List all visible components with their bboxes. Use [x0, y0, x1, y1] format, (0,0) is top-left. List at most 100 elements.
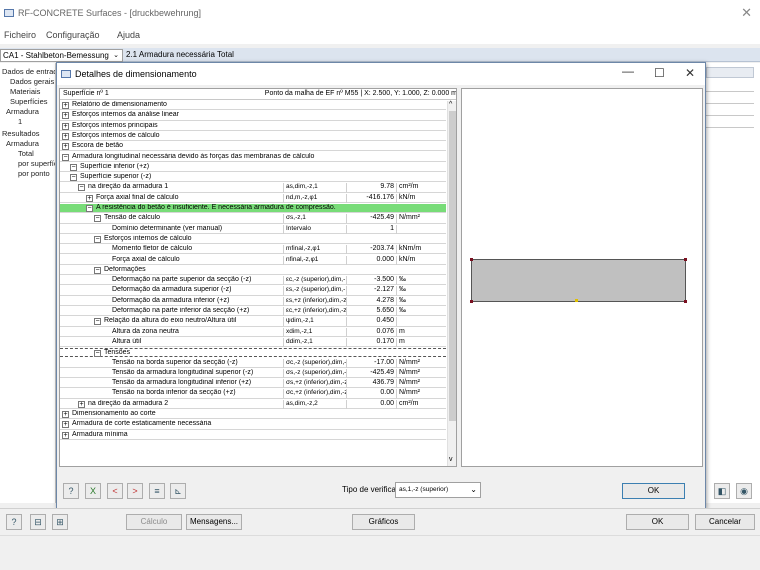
table-row[interactable]: + Relatório de dimensionamento — [60, 101, 446, 111]
nav-item-armadura-results[interactable]: Armadura — [6, 139, 39, 148]
collapse-icon[interactable]: − — [70, 174, 77, 182]
table-row[interactable]: Tensão da armadura longitudinal inferior… — [60, 379, 446, 389]
dialog-ok-button[interactable]: OK — [622, 483, 685, 499]
dialog-close-button[interactable]: ✕ — [685, 66, 695, 80]
next-icon[interactable]: > — [127, 483, 143, 499]
scroll-up-icon[interactable]: ^ — [449, 101, 452, 108]
table-row[interactable]: − Superfície inferior (+z) — [60, 163, 446, 173]
table-row[interactable]: − Deformações — [60, 266, 446, 276]
expand-icon[interactable]: + — [62, 102, 69, 109]
graphics-button[interactable]: Gráficos — [352, 514, 415, 530]
table-row[interactable]: Altura útil ddim,-z,1 0.170 m — [60, 337, 446, 348]
nav-item-total[interactable]: Total — [18, 149, 34, 158]
nav-item-superficies[interactable]: Superfícies — [10, 97, 48, 106]
check-type-select[interactable]: as,1,-z (superior) ⌄ — [395, 482, 481, 498]
row-unit: ‰ — [396, 276, 446, 286]
expand-icon[interactable]: + — [62, 122, 69, 130]
nav-item-armadura-input[interactable]: Armadura — [6, 107, 39, 116]
table-row[interactable]: + Dimensionamento ao corte — [60, 410, 446, 420]
ok-button[interactable]: OK — [626, 514, 689, 530]
nav-item-armadura-1[interactable]: 1 — [18, 117, 22, 126]
messages-button[interactable]: Mensagens... — [186, 514, 242, 530]
table-row[interactable]: + Escora de betão — [60, 142, 446, 152]
export-icon[interactable]: ⊞ — [52, 514, 68, 530]
collapse-icon[interactable]: − — [86, 205, 93, 212]
table-row[interactable]: − Tensão de cálculo σs,-z,1 -425.49 N/mm² — [60, 214, 446, 224]
nav-item-por-superficie[interactable]: por superfície — [18, 159, 55, 168]
expand-icon[interactable]: + — [62, 411, 69, 418]
table-row[interactable]: Tensão da armadura longitudinal superior… — [60, 368, 446, 379]
collapse-icon[interactable]: − — [94, 318, 101, 326]
table-row[interactable]: Deformação na parte inferior da secção (… — [60, 307, 446, 317]
table-row[interactable]: + Armadura de corte estaticamente necessá… — [60, 420, 446, 430]
nav-item-dados-entrada[interactable]: Dados de entrada — [2, 67, 55, 76]
scroll-down-icon[interactable]: v — [449, 456, 453, 463]
divider — [706, 127, 754, 128]
table-row[interactable]: + Força axial final de cálculo nd,m,-z,φ1-… — [60, 193, 446, 203]
help-icon[interactable]: ? — [63, 483, 79, 499]
table-icon-button[interactable]: ◧ — [714, 483, 730, 499]
table-row[interactable]: Força axial de cálculo nfinal,-z,φ1 0.000 k… — [60, 255, 446, 265]
filter-icon[interactable]: ⊾ — [170, 483, 186, 499]
expand-icon[interactable]: + — [62, 132, 69, 140]
previous-icon[interactable]: < — [107, 483, 123, 499]
print-icon[interactable]: ⊟ — [30, 514, 46, 530]
nav-item-materiais[interactable]: Materiais — [10, 87, 40, 96]
table-row[interactable]: + Armadura mínima — [60, 431, 446, 440]
table-row[interactable]: Deformação da armadura superior (-z) εs,-… — [60, 286, 446, 296]
row-label: Altura útil — [112, 337, 142, 345]
menu-configuracao[interactable]: Configuração — [46, 30, 100, 40]
cancel-button[interactable]: Cancelar — [695, 514, 755, 530]
table-row[interactable]: Domínio determinante (ver manual) Interva… — [60, 224, 446, 234]
row-symbol: ψdim,-z,1 — [283, 317, 346, 327]
nav-item-por-ponto[interactable]: por ponto — [18, 169, 50, 178]
case-select[interactable]: CA1 - Stahlbeton-Bemessung ⌄ — [0, 49, 123, 62]
row-label: Relatório de dimensionamento — [72, 101, 167, 108]
table-row[interactable]: + na direção da armadura 2 as,dim,-z,2 0.00… — [60, 399, 446, 409]
excel-export-icon[interactable]: X — [85, 483, 101, 499]
table-row[interactable]: + Esforços internos da análise linear — [60, 111, 446, 121]
maximize-button[interactable]: ☐ — [654, 66, 665, 80]
scrollbar-thumb[interactable] — [449, 111, 456, 421]
table-row[interactable]: − na direção da armadura 1 as,dim,-z,1 9.78… — [60, 183, 446, 193]
table-row[interactable]: − Esforços internos de cálculo — [60, 235, 446, 245]
table-row[interactable]: + Esforços internos de cálculo — [60, 132, 446, 142]
window-close-button[interactable]: ✕ — [741, 5, 752, 21]
collapse-icon[interactable]: − — [78, 184, 85, 192]
calc-button[interactable]: Cálculo — [126, 514, 182, 530]
collapse-icon[interactable]: − — [94, 215, 101, 223]
collapse-icon[interactable]: − — [94, 235, 101, 243]
table-row[interactable]: Tensão na borda superior da secção (-z) σ… — [60, 358, 446, 368]
nav-item-dados-gerais[interactable]: Dados gerais — [10, 77, 54, 86]
help-icon[interactable]: ? — [6, 514, 22, 530]
expand-icon[interactable]: + — [86, 194, 93, 202]
table-row[interactable]: − A resistência do betão é insuficiente. … — [60, 204, 446, 214]
minimize-button[interactable]: — — [622, 64, 634, 78]
table-row[interactable]: + Esforços internos principais — [60, 122, 446, 131]
table-row[interactable]: − Relação da altura do eixo neutro/Altura… — [60, 317, 446, 327]
expand-icon[interactable]: + — [62, 112, 69, 120]
table-row[interactable]: − Armadura longitudinal necessária devido… — [60, 153, 446, 162]
menu-ficheiro[interactable]: Ficheiro — [4, 30, 36, 40]
expand-icon[interactable]: + — [62, 143, 69, 151]
menu-ajuda[interactable]: Ajuda — [117, 30, 140, 40]
table-row[interactable]: − Superfície superior (-z) — [60, 173, 446, 183]
collapse-icon[interactable]: − — [62, 153, 69, 161]
table-row[interactable]: Altura da zona neutra xdim,-z,1 0.076 m — [60, 327, 446, 337]
collapse-icon[interactable]: − — [94, 350, 101, 358]
collapse-icon[interactable]: − — [70, 163, 77, 171]
table-row[interactable]: Deformação da armadura inferior (+z) εs,+… — [60, 296, 446, 306]
row-value: -17.00 — [346, 358, 396, 368]
collapse-icon[interactable]: − — [94, 266, 101, 274]
expand-icon[interactable]: + — [78, 400, 85, 408]
expand-icon[interactable]: + — [62, 421, 69, 429]
list-icon[interactable]: ≡ — [149, 483, 165, 499]
vertical-scrollbar[interactable]: ^ v — [447, 101, 456, 466]
table-row[interactable]: Tensão na borda inferior da secção (+z) σ… — [60, 389, 446, 399]
nav-item-resultados[interactable]: Resultados — [2, 129, 40, 138]
table-row[interactable]: − Tensões — [60, 348, 446, 358]
expand-icon[interactable]: + — [62, 431, 69, 439]
eye-icon[interactable]: ◉ — [736, 483, 752, 499]
table-row[interactable]: Momento fletor de cálculo mfinal,-z,φ1 -20… — [60, 245, 446, 255]
table-row[interactable]: Deformação na parte superior da secção (… — [60, 276, 446, 286]
